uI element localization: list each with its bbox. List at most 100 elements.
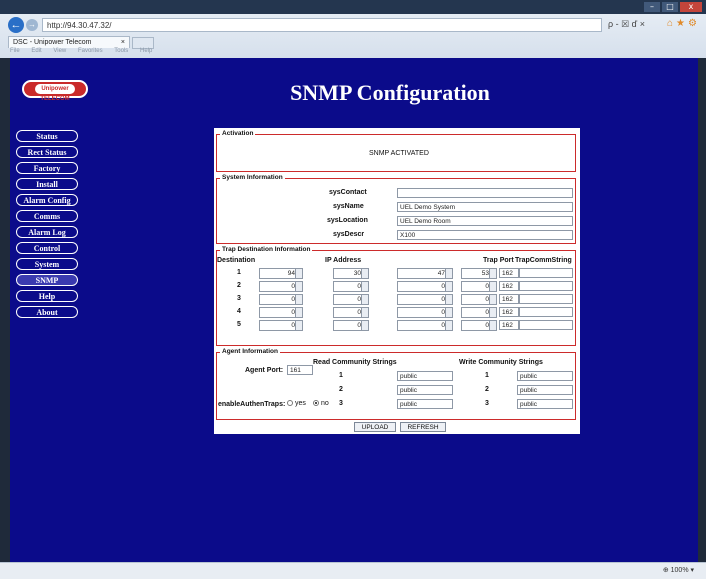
spinner-arrows-icon[interactable] [295,282,302,291]
menu-edit[interactable]: Edit [31,48,41,54]
back-arrow-icon[interactable]: ← [8,17,24,33]
address-controls[interactable]: ρ - ☒ ď × [608,19,645,30]
trap-port-field[interactable]: 162 [499,268,519,278]
ip-octet-spinner[interactable]: 0 [259,307,303,318]
ip-octet-value: 53 [481,270,489,277]
sidebar-item-rect-status[interactable]: Rect Status [16,146,78,158]
ip-octet-spinner[interactable]: 53 [461,268,497,279]
trap-port-field[interactable]: 162 [499,294,519,304]
spinner-arrows-icon[interactable] [445,269,452,278]
trap-community-field[interactable] [519,268,573,278]
ip-octet-spinner[interactable]: 0 [259,281,303,292]
auth-traps-yes-option[interactable]: yes [287,400,306,407]
read-community-field[interactable]: public [397,399,453,409]
ip-octet-spinner[interactable]: 0 [461,307,497,318]
address-bar[interactable]: http://94.30.47.32/ [42,18,602,32]
spinner-arrows-icon[interactable] [361,308,368,317]
trap-port-field[interactable]: 162 [499,320,519,330]
system-info-section: System Information sysContact sysName UE… [216,174,576,244]
sidebar-item-snmp[interactable]: SNMP [16,274,78,286]
menu-help[interactable]: Help [140,48,152,54]
ip-octet-spinner[interactable]: 94 [259,268,303,279]
menu-view[interactable]: View [53,48,66,54]
sidebar-item-factory[interactable]: Factory [16,162,78,174]
window-titlebar: – □ x [0,0,706,14]
trap-community-field[interactable] [519,307,573,317]
sidebar-item-about[interactable]: About [16,306,78,318]
ip-octet-spinner[interactable]: 47 [397,268,453,279]
trap-port-field[interactable]: 162 [499,307,519,317]
trap-community-field[interactable] [519,320,573,330]
sidebar-item-alarm-log[interactable]: Alarm Log [16,226,78,238]
menu-tools[interactable]: Tools [114,48,128,54]
ip-octet-spinner[interactable]: 0 [333,320,369,331]
syslocation-label: sysLocation [327,217,368,224]
sidebar-item-install[interactable]: Install [16,178,78,190]
close-window-button[interactable]: x [680,2,702,12]
spinner-arrows-icon[interactable] [489,321,496,330]
read-community-field[interactable]: public [397,385,453,395]
syslocation-field[interactable]: UEL Demo Room [397,216,573,226]
spinner-arrows-icon[interactable] [445,321,452,330]
ip-octet-spinner[interactable]: 0 [333,307,369,318]
ip-octet-spinner[interactable]: 0 [333,281,369,292]
ip-octet-spinner[interactable]: 0 [461,320,497,331]
forward-arrow-icon[interactable]: → [26,19,38,31]
sidebar-item-control[interactable]: Control [16,242,78,254]
maximize-button[interactable]: □ [662,2,678,12]
home-star-gear-icons[interactable]: ⌂★⚙ [667,18,700,29]
radio-no[interactable] [313,400,319,407]
ip-octet-spinner[interactable]: 0 [461,294,497,305]
spinner-arrows-icon[interactable] [295,308,302,317]
sysname-field[interactable]: UEL Demo System [397,202,573,212]
tab-close-icon[interactable]: × [121,37,125,48]
spinner-arrows-icon[interactable] [295,295,302,304]
spinner-arrows-icon[interactable] [361,282,368,291]
spinner-arrows-icon[interactable] [361,269,368,278]
syscontact-field[interactable] [397,188,573,198]
ip-octet-spinner[interactable]: 0 [397,320,453,331]
ip-octet-spinner[interactable]: 0 [397,307,453,318]
agent-port-field[interactable]: 161 [287,365,313,375]
ip-octet-spinner[interactable]: 30 [333,268,369,279]
upload-button[interactable]: UPLOAD [354,422,396,432]
sidebar-item-comms[interactable]: Comms [16,210,78,222]
sidebar-item-help[interactable]: Help [16,290,78,302]
spinner-arrows-icon[interactable] [445,308,452,317]
refresh-button[interactable]: REFRESH [400,422,446,432]
menu-file[interactable]: File [10,48,20,54]
ip-octet-spinner[interactable]: 0 [333,294,369,305]
sysdescr-field[interactable]: X100 [397,230,573,240]
spinner-arrows-icon[interactable] [489,282,496,291]
trap-community-field[interactable] [519,294,573,304]
spinner-arrows-icon[interactable] [489,269,496,278]
write-community-field[interactable]: public [517,399,573,409]
sidebar-item-status[interactable]: Status [16,130,78,142]
spinner-arrows-icon[interactable] [489,295,496,304]
trap-port-field[interactable]: 162 [499,281,519,291]
sidebar-item-system[interactable]: System [16,258,78,270]
spinner-arrows-icon[interactable] [361,295,368,304]
spinner-arrows-icon[interactable] [361,321,368,330]
spinner-arrows-icon[interactable] [445,282,452,291]
auth-traps-no-option[interactable]: no [313,400,329,407]
zoom-control[interactable]: ⊕ 100% ▾ [663,566,694,574]
spinner-arrows-icon[interactable] [489,308,496,317]
write-community-field[interactable]: public [517,371,573,381]
minimize-button[interactable]: – [644,2,660,12]
ip-octet-spinner[interactable]: 0 [397,281,453,292]
tab-dsc[interactable]: DSC - Unipower Telecom × [8,36,130,48]
menu-favorites[interactable]: Favorites [78,48,103,54]
spinner-arrows-icon[interactable] [295,269,302,278]
ip-octet-spinner[interactable]: 0 [461,281,497,292]
write-community-field[interactable]: public [517,385,573,395]
ip-octet-spinner[interactable]: 0 [259,294,303,305]
radio-yes[interactable] [287,400,293,407]
ip-octet-spinner[interactable]: 0 [397,294,453,305]
spinner-arrows-icon[interactable] [445,295,452,304]
ip-octet-spinner[interactable]: 0 [259,320,303,331]
sidebar-item-alarm-config[interactable]: Alarm Config [16,194,78,206]
read-community-field[interactable]: public [397,371,453,381]
trap-community-field[interactable] [519,281,573,291]
spinner-arrows-icon[interactable] [295,321,302,330]
